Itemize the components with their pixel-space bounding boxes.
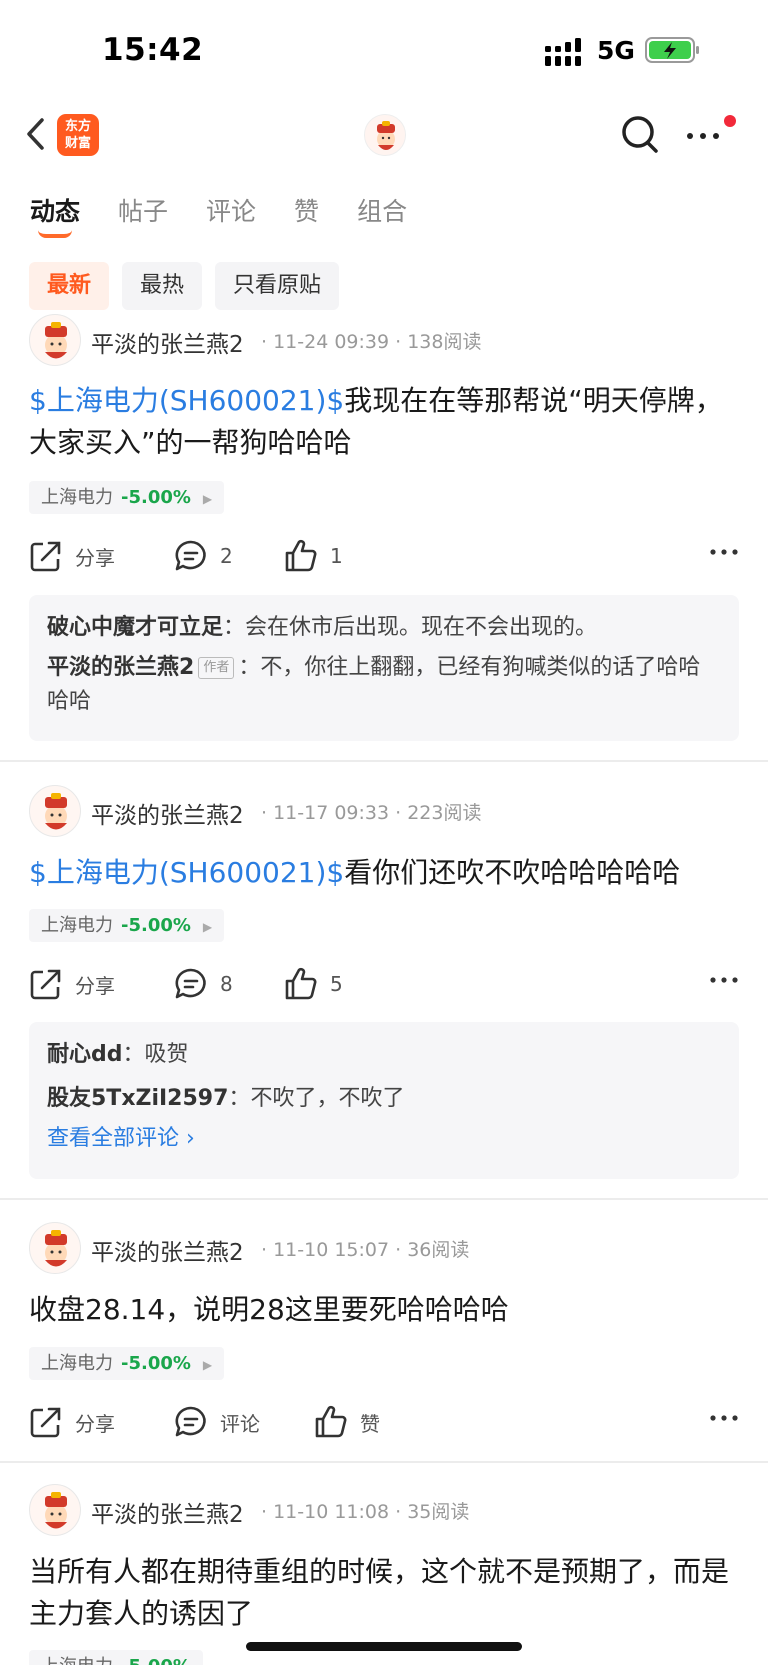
like-button[interactable]: 赞 (314, 1402, 380, 1442)
post-body[interactable]: 当所有人都在期待重组的时候，这个就不是预期了，而是主力套人的诱因了 (29, 1551, 729, 1635)
comment-button[interactable]: 评论 (174, 1402, 260, 1442)
stock-link[interactable]: $上海电力(SH600021)$ (29, 856, 344, 889)
fortune-god-avatar-icon (377, 121, 395, 150)
more-options-icon[interactable] (709, 970, 739, 990)
fortune-god-avatar-icon (45, 1230, 67, 1267)
back-icon[interactable] (22, 112, 52, 156)
author-avatar[interactable] (29, 785, 81, 837)
fortune-god-avatar-icon (45, 793, 67, 830)
author-name[interactable]: 平淡的张兰燕2 (91, 1495, 244, 1529)
like-button[interactable]: 1 (284, 536, 343, 576)
author-tag: 作者 (198, 657, 235, 679)
post-body[interactable]: $上海电力(SH600021)$我现在在等那帮说“明天停牌，大家买入”的一帮狗哈… (29, 380, 729, 464)
post-header: 平淡的张兰燕2 · 11-10 11:08 · 35阅读 (29, 1484, 729, 1536)
filter-latest[interactable]: 最新 (29, 262, 110, 310)
tab-activity[interactable]: 动态 (30, 192, 80, 238)
user-avatar[interactable] (364, 114, 406, 156)
comment-item: 破心中魔才可立足：会在休市后出现。现在不会出现的。 (47, 615, 598, 640)
tab-likes[interactable]: 赞 (294, 192, 319, 236)
stock-link[interactable]: $上海电力(SH600021)$ (29, 384, 344, 417)
triangle-right-icon: ▶ (202, 1358, 213, 1372)
comment-preview[interactable]: 耐心dd：吸贺 股友5TxZiI2597：不吹了，不吹了 查看全部评论 › (29, 1022, 739, 1179)
notification-dot (724, 115, 736, 127)
comment-icon (175, 540, 206, 571)
author-name[interactable]: 平淡的张兰燕2 (91, 796, 244, 830)
post-header: 平淡的张兰燕2 · 11-24 09:39 · 138阅读 (29, 314, 729, 366)
status-time: 15:42 (102, 32, 204, 68)
tab-comments[interactable]: 评论 (206, 192, 256, 236)
battery-icon (645, 37, 699, 63)
share-icon (30, 1407, 61, 1438)
post-body[interactable]: 收盘28.14，说明28这里要死哈哈哈哈 (29, 1289, 729, 1331)
post-meta: · 11-24 09:39 · 138阅读 (261, 331, 482, 353)
author-avatar[interactable] (29, 1222, 81, 1274)
status-bar: 15:42 5G (0, 0, 768, 100)
network-label: 5G (597, 36, 635, 65)
view-all-comments-link[interactable]: 查看全部评论 › (47, 1122, 721, 1156)
share-button[interactable]: 分享 (29, 536, 115, 576)
fortune-god-avatar-icon (45, 1492, 67, 1529)
tab-portfolio[interactable]: 组合 (357, 192, 407, 236)
filter-original-only[interactable]: 只看原贴 (215, 262, 340, 310)
post-actions: 分享 2 1 (29, 536, 739, 576)
comment-icon (175, 968, 206, 999)
comment-icon (175, 1406, 206, 1437)
post-meta: · 11-10 15:07 · 36阅读 (261, 1239, 470, 1261)
more-options-icon[interactable] (709, 542, 739, 562)
stock-tag[interactable]: 上海电力 -5.00% ▶ (29, 909, 225, 942)
search-icon[interactable] (620, 114, 660, 156)
share-button[interactable]: 分享 (29, 1402, 115, 1442)
home-indicator[interactable] (246, 1642, 522, 1651)
more-options-icon[interactable] (709, 1408, 739, 1428)
share-icon (30, 541, 61, 572)
like-button[interactable]: 5 (284, 964, 343, 1004)
post-meta: · 11-10 11:08 · 35阅读 (261, 1501, 470, 1523)
comment-item: 平淡的张兰燕2 作者 ：不，你往上翻翻，已经有狗喊类似的话了哈哈哈哈 (47, 655, 701, 714)
share-button[interactable]: 分享 (29, 964, 115, 1004)
triangle-right-icon: ▶ (202, 492, 213, 506)
author-name[interactable]: 平淡的张兰燕2 (91, 1233, 244, 1267)
divider (0, 1461, 768, 1463)
stock-tag[interactable]: 上海电力 -5.00% ▶ (29, 1347, 225, 1380)
stock-tag[interactable]: 上海电力-5.00% (29, 1650, 203, 1665)
signal-icon (545, 38, 581, 66)
divider (0, 760, 768, 762)
thumbs-up-icon (285, 967, 317, 1000)
tab-posts[interactable]: 帖子 (118, 192, 168, 236)
author-name[interactable]: 平淡的张兰燕2 (91, 325, 244, 359)
post-header: 平淡的张兰燕2 · 11-17 09:33 · 223阅读 (29, 785, 729, 837)
comment-preview[interactable]: 破心中魔才可立足：会在休市后出现。现在不会出现的。 平淡的张兰燕2 作者 ：不，你往… (29, 595, 739, 741)
comment-item: 股友5TxZiI2597：不吹了，不吹了 (47, 1086, 405, 1111)
comment-button[interactable]: 8 (174, 964, 233, 1004)
stock-tag[interactable]: 上海电力 -5.00% ▶ (29, 481, 225, 514)
comment-item: 耐心dd：吸贺 (47, 1042, 189, 1067)
triangle-right-icon: ▶ (202, 920, 213, 934)
comment-button[interactable]: 2 (174, 536, 233, 576)
post-actions: 分享 评论 赞 (29, 1402, 739, 1442)
nav-header: 东方 财富 (0, 104, 768, 164)
tab-active-indicator (38, 230, 72, 238)
share-icon (30, 969, 61, 1000)
author-avatar[interactable] (29, 1484, 81, 1536)
post-actions: 分享 8 5 (29, 964, 739, 1004)
thumbs-up-icon (285, 539, 317, 572)
app-logo[interactable]: 东方 财富 (57, 114, 99, 156)
tab-bar: 动态 帖子 评论 赞 组合 (30, 192, 445, 242)
thumbs-up-icon (315, 1405, 347, 1438)
fortune-god-avatar-icon (45, 322, 67, 359)
post-body[interactable]: $上海电力(SH600021)$看你们还吹不吹哈哈哈哈哈 (29, 852, 729, 894)
filter-hottest[interactable]: 最热 (122, 262, 203, 310)
post-meta: · 11-17 09:33 · 223阅读 (261, 802, 482, 824)
author-avatar[interactable] (29, 314, 81, 366)
more-icon[interactable] (684, 116, 724, 156)
post-header: 平淡的张兰燕2 · 11-10 15:07 · 36阅读 (29, 1222, 729, 1274)
divider (0, 1198, 768, 1200)
filter-bar: 最新 最热 只看原贴 (29, 262, 352, 310)
